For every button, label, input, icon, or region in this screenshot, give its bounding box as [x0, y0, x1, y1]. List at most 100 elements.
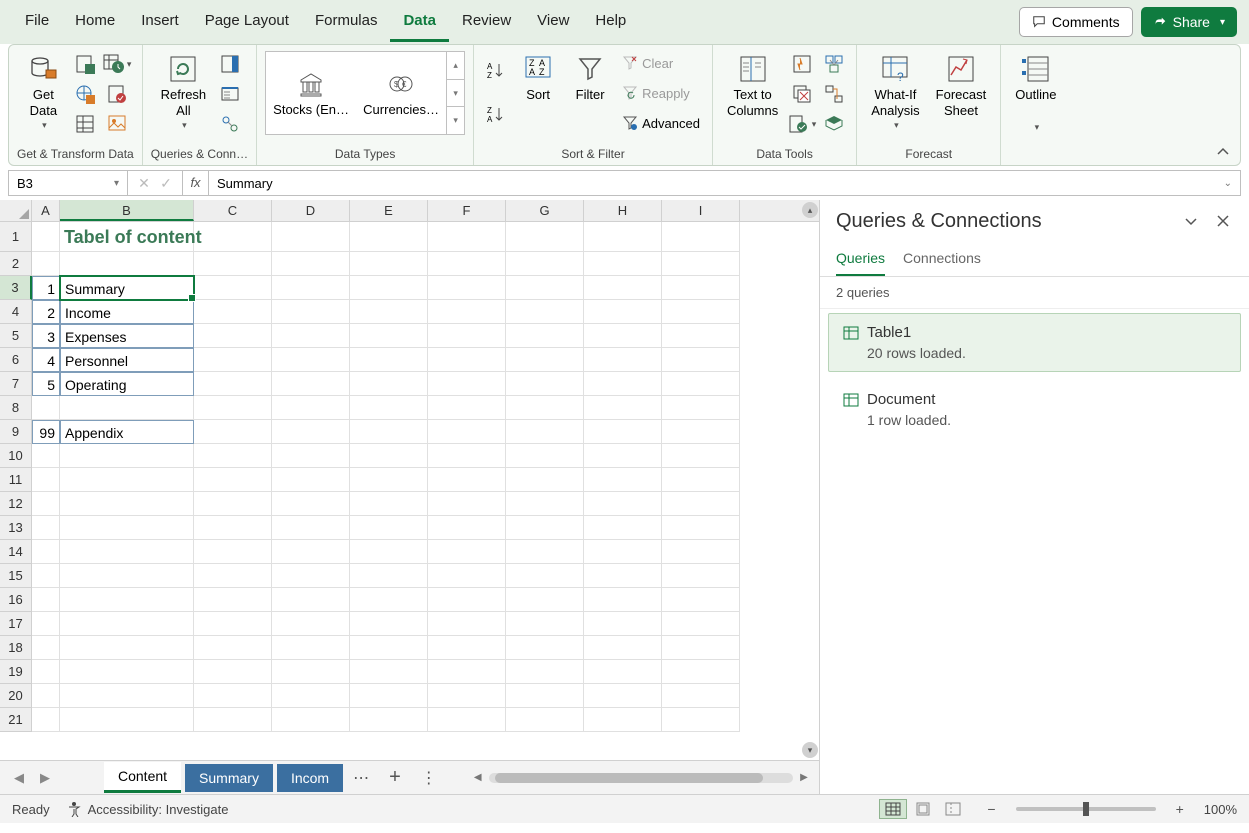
flash-fill-button[interactable] — [788, 51, 816, 77]
refresh-all-button[interactable]: Refresh All▾ — [155, 51, 213, 133]
collapse-pane-button[interactable] — [1181, 211, 1201, 231]
col-header-h[interactable]: H — [584, 200, 662, 221]
what-if-analysis-button[interactable]: ? What-If Analysis▾ — [865, 51, 925, 133]
row-header[interactable]: 17 — [0, 612, 32, 636]
accessibility-status[interactable]: Accessibility: Investigate — [66, 801, 229, 817]
col-header-i[interactable]: I — [662, 200, 740, 221]
sheet-options-button[interactable]: ⋮ — [415, 768, 443, 788]
horizontal-scrollbar[interactable]: ◀▶ — [471, 770, 811, 786]
from-web-button[interactable] — [71, 81, 99, 107]
data-types-gallery[interactable]: Stocks (En… $€ Currencies… ▴▾▾ — [265, 51, 465, 135]
cell-a7[interactable]: 5 — [32, 372, 60, 396]
cell-b9[interactable]: Appendix — [60, 420, 194, 444]
sort-button[interactable]: ZAAZ Sort — [514, 51, 562, 105]
row-header[interactable]: 14 — [0, 540, 32, 564]
row-header[interactable]: 2 — [0, 252, 32, 276]
close-pane-button[interactable] — [1213, 211, 1233, 231]
tab-review[interactable]: Review — [449, 2, 524, 42]
get-data-button[interactable]: Get Data▾ — [19, 51, 67, 133]
properties-button[interactable] — [216, 81, 244, 107]
zoom-slider[interactable] — [1016, 807, 1156, 811]
enter-formula-button[interactable]: ✓ — [156, 175, 176, 192]
consolidate-button[interactable] — [820, 51, 848, 77]
row-header[interactable]: 15 — [0, 564, 32, 588]
row-header[interactable]: 19 — [0, 660, 32, 684]
select-all-corner[interactable] — [0, 200, 32, 221]
row-header[interactable]: 20 — [0, 684, 32, 708]
row-header[interactable]: 11 — [0, 468, 32, 492]
tab-formulas[interactable]: Formulas — [302, 2, 391, 42]
tab-data[interactable]: Data — [390, 2, 449, 42]
query-item-table1[interactable]: Table1 20 rows loaded. — [828, 313, 1241, 372]
row-header[interactable]: 18 — [0, 636, 32, 660]
more-sheets-button[interactable]: ⋯ — [347, 768, 375, 788]
cell-b4[interactable]: Income — [60, 300, 194, 324]
pane-tab-queries[interactable]: Queries — [836, 242, 885, 276]
row-header[interactable]: 13 — [0, 516, 32, 540]
formula-bar[interactable]: Summary ⌄ — [209, 170, 1241, 196]
clear-filter-button[interactable]: Clear — [618, 51, 704, 75]
cell-b7[interactable]: Operating — [60, 372, 194, 396]
cell-a6[interactable]: 4 — [32, 348, 60, 372]
add-sheet-button[interactable]: + — [379, 766, 411, 789]
page-layout-view-button[interactable] — [909, 799, 937, 819]
zoom-out-button[interactable]: − — [983, 801, 999, 817]
tab-file[interactable]: File — [12, 2, 62, 42]
reapply-filter-button[interactable]: Reapply — [618, 81, 704, 105]
row-header[interactable]: 3 — [0, 276, 32, 300]
row-header[interactable]: 6 — [0, 348, 32, 372]
sheet-tab-content[interactable]: Content — [104, 762, 181, 793]
spreadsheet-grid[interactable]: A B C D E F G H I 1Tabel of content 2 31… — [0, 200, 819, 760]
sort-asc-button[interactable]: AZ — [482, 58, 510, 84]
cell-a4[interactable]: 2 — [32, 300, 60, 324]
cell-b3[interactable]: Summary — [60, 276, 194, 300]
col-header-e[interactable]: E — [350, 200, 428, 221]
row-header[interactable]: 16 — [0, 588, 32, 612]
cell-a5[interactable]: 3 — [32, 324, 60, 348]
row-header[interactable]: 10 — [0, 444, 32, 468]
zoom-level[interactable]: 100% — [1204, 802, 1237, 817]
col-header-a[interactable]: A — [32, 200, 60, 221]
stocks-data-type[interactable]: Stocks (En… — [266, 70, 356, 117]
recent-sources-button[interactable]: ▾ — [103, 51, 131, 77]
share-button[interactable]: Share ▾ — [1141, 7, 1237, 37]
comments-button[interactable]: Comments — [1019, 7, 1133, 37]
from-picture-button[interactable] — [103, 111, 131, 137]
row-header[interactable]: 4 — [0, 300, 32, 324]
row-header[interactable]: 9 — [0, 420, 32, 444]
row-header[interactable]: 12 — [0, 492, 32, 516]
prev-sheet-button[interactable]: ◀ — [8, 767, 30, 789]
remove-duplicates-button[interactable] — [788, 81, 816, 107]
tab-help[interactable]: Help — [582, 2, 639, 42]
relationships-button[interactable] — [820, 81, 848, 107]
manage-data-model-button[interactable] — [820, 111, 848, 137]
queries-connections-button[interactable] — [216, 51, 244, 77]
row-header[interactable]: 8 — [0, 396, 32, 420]
cell-a9[interactable]: 99 — [32, 420, 60, 444]
edit-links-button[interactable] — [216, 111, 244, 137]
cell-b6[interactable]: Personnel — [60, 348, 194, 372]
row-header[interactable]: 5 — [0, 324, 32, 348]
sheet-tab-income[interactable]: Incom — [277, 764, 343, 792]
data-validation-button[interactable]: ▾ — [788, 111, 816, 137]
tab-insert[interactable]: Insert — [128, 2, 192, 42]
sort-desc-button[interactable]: ZA — [482, 102, 510, 128]
pane-tab-connections[interactable]: Connections — [903, 242, 981, 276]
currencies-data-type[interactable]: $€ Currencies… — [356, 70, 446, 117]
col-header-d[interactable]: D — [272, 200, 350, 221]
tab-view[interactable]: View — [524, 2, 582, 42]
sheet-tab-summary[interactable]: Summary — [185, 764, 273, 792]
cell-b1[interactable]: Tabel of content — [60, 222, 194, 252]
collapse-ribbon-button[interactable] — [1216, 145, 1230, 159]
existing-connections-button[interactable] — [103, 81, 131, 107]
row-header[interactable]: 7 — [0, 372, 32, 396]
advanced-filter-button[interactable]: Advanced — [618, 111, 704, 135]
col-header-f[interactable]: F — [428, 200, 506, 221]
outline-button[interactable]: Outline▾ — [1009, 51, 1062, 135]
filter-button[interactable]: Filter — [566, 51, 614, 105]
col-header-g[interactable]: G — [506, 200, 584, 221]
cancel-formula-button[interactable]: ✕ — [134, 175, 154, 192]
tab-home[interactable]: Home — [62, 2, 128, 42]
col-header-b[interactable]: B — [60, 200, 194, 221]
from-text-csv-button[interactable] — [71, 51, 99, 77]
